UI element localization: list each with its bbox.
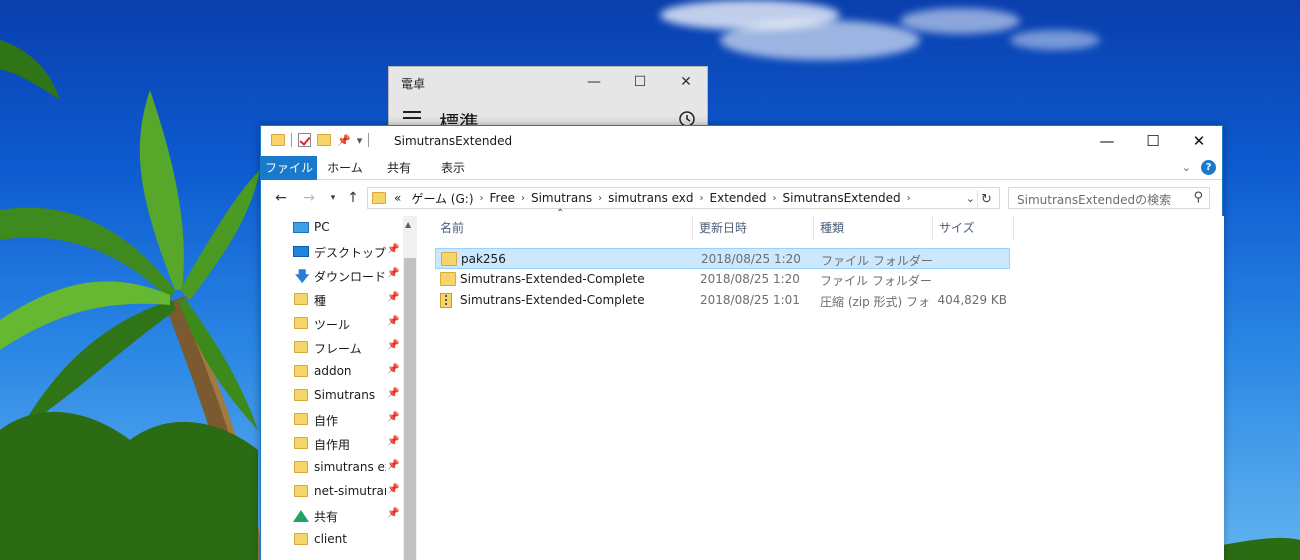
up-arrow-icon[interactable]: ↑ — [343, 188, 363, 208]
pc-icon — [293, 222, 309, 233]
column-header-name[interactable]: 名前 — [435, 216, 693, 240]
sidebar-item-client[interactable]: client — [261, 528, 403, 552]
refresh-icon[interactable]: ↻ — [977, 190, 995, 208]
pin-icon[interactable]: 📌 — [387, 244, 399, 255]
address-bar[interactable]: « ゲーム (G:) › Free › Simutrans › simutran… — [367, 187, 1000, 209]
sidebar-item-tane[interactable]: 種 📌 — [261, 288, 403, 312]
breadcrumb-simutrans[interactable]: Simutrans — [525, 191, 598, 205]
help-icon[interactable]: ? — [1201, 160, 1216, 175]
quick-access-toolbar: 📌 ▾ — [271, 133, 370, 147]
sidebar-item-jisaku[interactable]: 自作 📌 — [261, 408, 403, 432]
pin-icon[interactable]: 📌 — [387, 292, 399, 303]
maximize-button[interactable]: ☐ — [1130, 126, 1176, 156]
file-explorer-window[interactable]: 📌 ▾ SimutransExtended — ☐ ✕ ファイル ホーム 共有 … — [260, 125, 1224, 560]
folder-icon — [294, 341, 308, 353]
google-drive-icon — [293, 510, 309, 522]
folder-icon — [294, 365, 308, 377]
scroll-up-arrow-icon[interactable]: ▲ — [405, 220, 411, 229]
column-header-size[interactable]: サイズ — [934, 216, 1014, 240]
hamburger-menu-icon[interactable] — [403, 111, 421, 123]
sidebar-item-addon[interactable]: addon 📌 — [261, 360, 403, 384]
navigation-pane-scrollbar[interactable]: ▲ — [403, 216, 417, 560]
column-header-date-modified[interactable]: 更新日時 — [694, 216, 814, 240]
folder-icon — [294, 485, 308, 497]
pin-icon[interactable]: 📌 — [387, 388, 399, 399]
scrollbar-thumb[interactable] — [404, 258, 416, 560]
desktop-icon — [293, 246, 309, 257]
column-header-type[interactable]: 種類 — [815, 216, 933, 240]
customize-toolbar-dropdown-icon[interactable]: ▾ — [357, 134, 363, 147]
chevron-right-icon[interactable]: › — [907, 193, 911, 204]
new-folder-icon[interactable] — [317, 134, 331, 146]
forward-arrow-icon[interactable]: → — [299, 188, 319, 208]
pin-icon[interactable]: 📌 — [387, 436, 399, 447]
folder-icon — [294, 533, 308, 545]
search-placeholder: SimutransExtendedの検索 — [1017, 193, 1172, 207]
tab-share[interactable]: 共有 — [375, 156, 423, 180]
minimize-button[interactable]: — — [1084, 126, 1130, 156]
tab-home[interactable]: ホーム — [321, 156, 369, 180]
breadcrumb-simutrans-exd[interactable]: simutrans exd — [602, 191, 699, 205]
sidebar-item-frame[interactable]: フレーム 📌 — [261, 336, 403, 360]
download-icon: 🡇 — [295, 269, 310, 285]
title-bar[interactable]: 📌 ▾ SimutransExtended — ☐ ✕ — [261, 126, 1222, 156]
pin-icon[interactable]: 📌 — [387, 316, 399, 327]
sidebar-item-shared[interactable]: 共有 📌 — [261, 504, 403, 528]
folder-icon — [294, 293, 308, 305]
folder-icon — [440, 272, 456, 286]
sidebar-item-net-simutrans[interactable]: net-simutrans 📌 — [261, 480, 403, 504]
breadcrumb-extended[interactable]: Extended — [704, 191, 773, 205]
pin-icon[interactable]: 📌 — [387, 460, 399, 471]
breadcrumb-overflow[interactable]: « — [390, 191, 405, 205]
calculator-minimize-button[interactable]: — — [571, 71, 617, 93]
tab-view[interactable]: 表示 — [429, 156, 477, 180]
folder-icon — [294, 437, 308, 449]
file-row[interactable]: Simutrans-Extended-Complete 2018/08/25 1… — [435, 269, 1010, 290]
folder-icon — [294, 461, 308, 473]
search-input[interactable]: SimutransExtendedの検索 ⚲ — [1008, 187, 1210, 209]
back-arrow-icon[interactable]: ← — [271, 188, 291, 208]
folder-icon — [372, 192, 386, 204]
properties-icon[interactable] — [298, 133, 311, 147]
folder-icon — [294, 413, 308, 425]
breadcrumb-drive[interactable]: ゲーム (G:) — [405, 190, 479, 207]
window-title: SimutransExtended — [394, 134, 513, 148]
sidebar-item-pc[interactable]: PC — [261, 216, 403, 240]
sidebar-item-downloads[interactable]: 🡇 ダウンロード 📌 — [261, 264, 403, 288]
folder-icon — [271, 134, 285, 146]
expand-ribbon-icon[interactable]: ⌄ — [1182, 161, 1191, 174]
pin-icon[interactable]: 📌 — [387, 340, 399, 351]
breadcrumb-simutransextended[interactable]: SimutransExtended — [777, 191, 907, 205]
folder-icon — [441, 252, 457, 266]
calculator-title: 電卓 — [401, 77, 426, 91]
tab-file[interactable]: ファイル — [261, 156, 317, 180]
sidebar-item-jisakuyou[interactable]: 自作用 📌 — [261, 432, 403, 456]
pin-icon[interactable]: 📌 — [337, 134, 351, 147]
pin-icon[interactable]: 📌 — [387, 508, 399, 519]
calculator-maximize-button[interactable]: ☐ — [617, 71, 663, 93]
folder-icon — [294, 317, 308, 329]
breadcrumb-free[interactable]: Free — [484, 191, 521, 205]
search-icon[interactable]: ⚲ — [1193, 190, 1203, 205]
sidebar-item-simutrans-exd[interactable]: simutrans exd 📌 — [261, 456, 403, 480]
ribbon-tabs: ファイル ホーム 共有 表示 ⌄ ? — [261, 156, 1222, 180]
address-dropdown-icon[interactable]: ⌄ — [966, 192, 975, 205]
sidebar-item-tools[interactable]: ツール 📌 — [261, 312, 403, 336]
file-row[interactable]: Simutrans-Extended-Complete 2018/08/25 1… — [435, 290, 1010, 311]
folder-icon — [294, 389, 308, 401]
pin-icon[interactable]: 📌 — [387, 484, 399, 495]
file-row[interactable]: pak256 2018/08/25 1:20 ファイル フォルダー — [435, 248, 1010, 269]
sidebar-item-simutrans[interactable]: Simutrans 📌 — [261, 384, 403, 408]
navigation-bar: ← → ▾ ↑ « ゲーム (G:) › Free › Simutrans › … — [261, 184, 1222, 212]
pin-icon[interactable]: 📌 — [387, 364, 399, 375]
pin-icon[interactable]: 📌 — [387, 412, 399, 423]
close-button[interactable]: ✕ — [1176, 126, 1222, 156]
sidebar-item-desktop[interactable]: デスクトップ 📌 — [261, 240, 403, 264]
navigation-pane: PC デスクトップ 📌 🡇 ダウンロード 📌 種 📌 ツール 📌 フレーム 📌 — [261, 216, 403, 560]
zip-folder-icon — [440, 293, 452, 308]
file-list: ⌃ 名前 更新日時 種類 サイズ pak256 2018/08/25 1:20 … — [418, 208, 1224, 560]
recent-locations-dropdown-icon[interactable]: ▾ — [323, 188, 343, 208]
calculator-close-button[interactable]: ✕ — [663, 71, 709, 93]
pin-icon[interactable]: 📌 — [387, 268, 399, 279]
